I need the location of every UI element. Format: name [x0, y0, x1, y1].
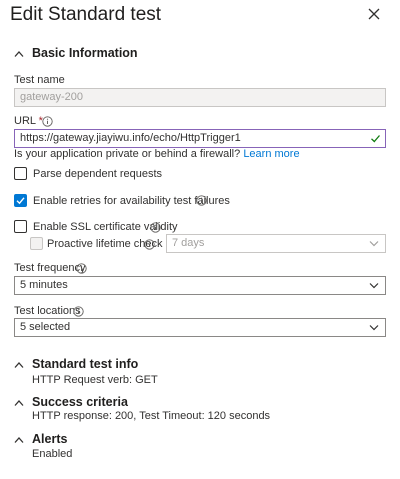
section-standard-test-info[interactable]: Standard test info — [32, 357, 138, 371]
info-icon[interactable] — [150, 222, 161, 233]
proactive-lifetime-checkbox[interactable] — [30, 237, 43, 250]
standard-test-info-summary: HTTP Request verb: GET — [32, 374, 158, 386]
test-name-input[interactable]: gateway-200 — [14, 88, 386, 107]
test-frequency-label: Test frequency — [14, 262, 86, 274]
info-icon[interactable] — [144, 239, 155, 250]
url-input[interactable]: https://gateway.jiayiwu.info/echo/HttpTr… — [14, 129, 386, 148]
url-label: URL * — [14, 115, 43, 127]
section-alerts[interactable]: Alerts — [32, 432, 67, 446]
test-locations-dropdown[interactable]: 5 selected — [14, 318, 386, 337]
checkmark-icon — [16, 197, 25, 205]
alerts-summary: Enabled — [32, 448, 73, 460]
test-frequency-dropdown[interactable]: 5 minutes — [14, 276, 386, 295]
success-criteria-summary: HTTP response: 200, Test Timeout: 120 se… — [32, 410, 271, 422]
chevron-down-icon — [369, 283, 379, 289]
chevron-up-icon[interactable] — [14, 50, 24, 58]
firewall-hint: Is your application private or behind a … — [14, 148, 300, 160]
chevron-up-icon[interactable] — [14, 361, 24, 369]
parse-dependent-label: Parse dependent requests — [33, 168, 163, 180]
valid-check-icon — [371, 135, 380, 143]
chevron-down-icon — [369, 325, 379, 331]
section-success-criteria[interactable]: Success criteria — [32, 395, 128, 409]
chevron-down-icon — [369, 241, 379, 247]
info-icon[interactable] — [76, 263, 87, 274]
test-name-label: Test name — [14, 74, 65, 86]
info-icon[interactable] — [196, 195, 207, 206]
ssl-validity-checkbox[interactable] — [14, 220, 27, 233]
panel-title: Edit Standard test — [10, 4, 162, 25]
close-icon[interactable] — [366, 6, 382, 22]
info-icon[interactable] — [42, 116, 53, 127]
chevron-up-icon[interactable] — [14, 399, 24, 407]
info-icon[interactable] — [73, 306, 84, 317]
parse-dependent-checkbox[interactable] — [14, 167, 27, 180]
enable-retries-checkbox[interactable] — [14, 194, 27, 207]
section-basic-information[interactable]: Basic Information — [32, 46, 138, 60]
test-locations-label: Test locations — [14, 305, 81, 317]
chevron-up-icon[interactable] — [14, 436, 24, 444]
lifetime-dropdown[interactable]: 7 days — [166, 234, 386, 253]
learn-more-link[interactable]: Learn more — [243, 148, 299, 160]
